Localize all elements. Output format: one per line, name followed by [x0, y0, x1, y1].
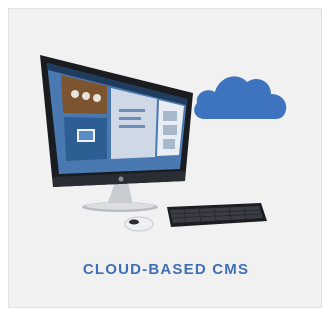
logo-icon	[118, 176, 124, 182]
mouse-icon	[124, 216, 154, 232]
tile-info	[111, 88, 157, 159]
keyboard-icon	[167, 203, 267, 227]
all-in-one-desktop-icon	[40, 55, 193, 212]
cms-feature-card[interactable]: CLOUD-BASED CMS	[8, 8, 322, 308]
cloud-icon	[194, 76, 287, 119]
card-title[interactable]: CLOUD-BASED CMS	[9, 261, 323, 278]
